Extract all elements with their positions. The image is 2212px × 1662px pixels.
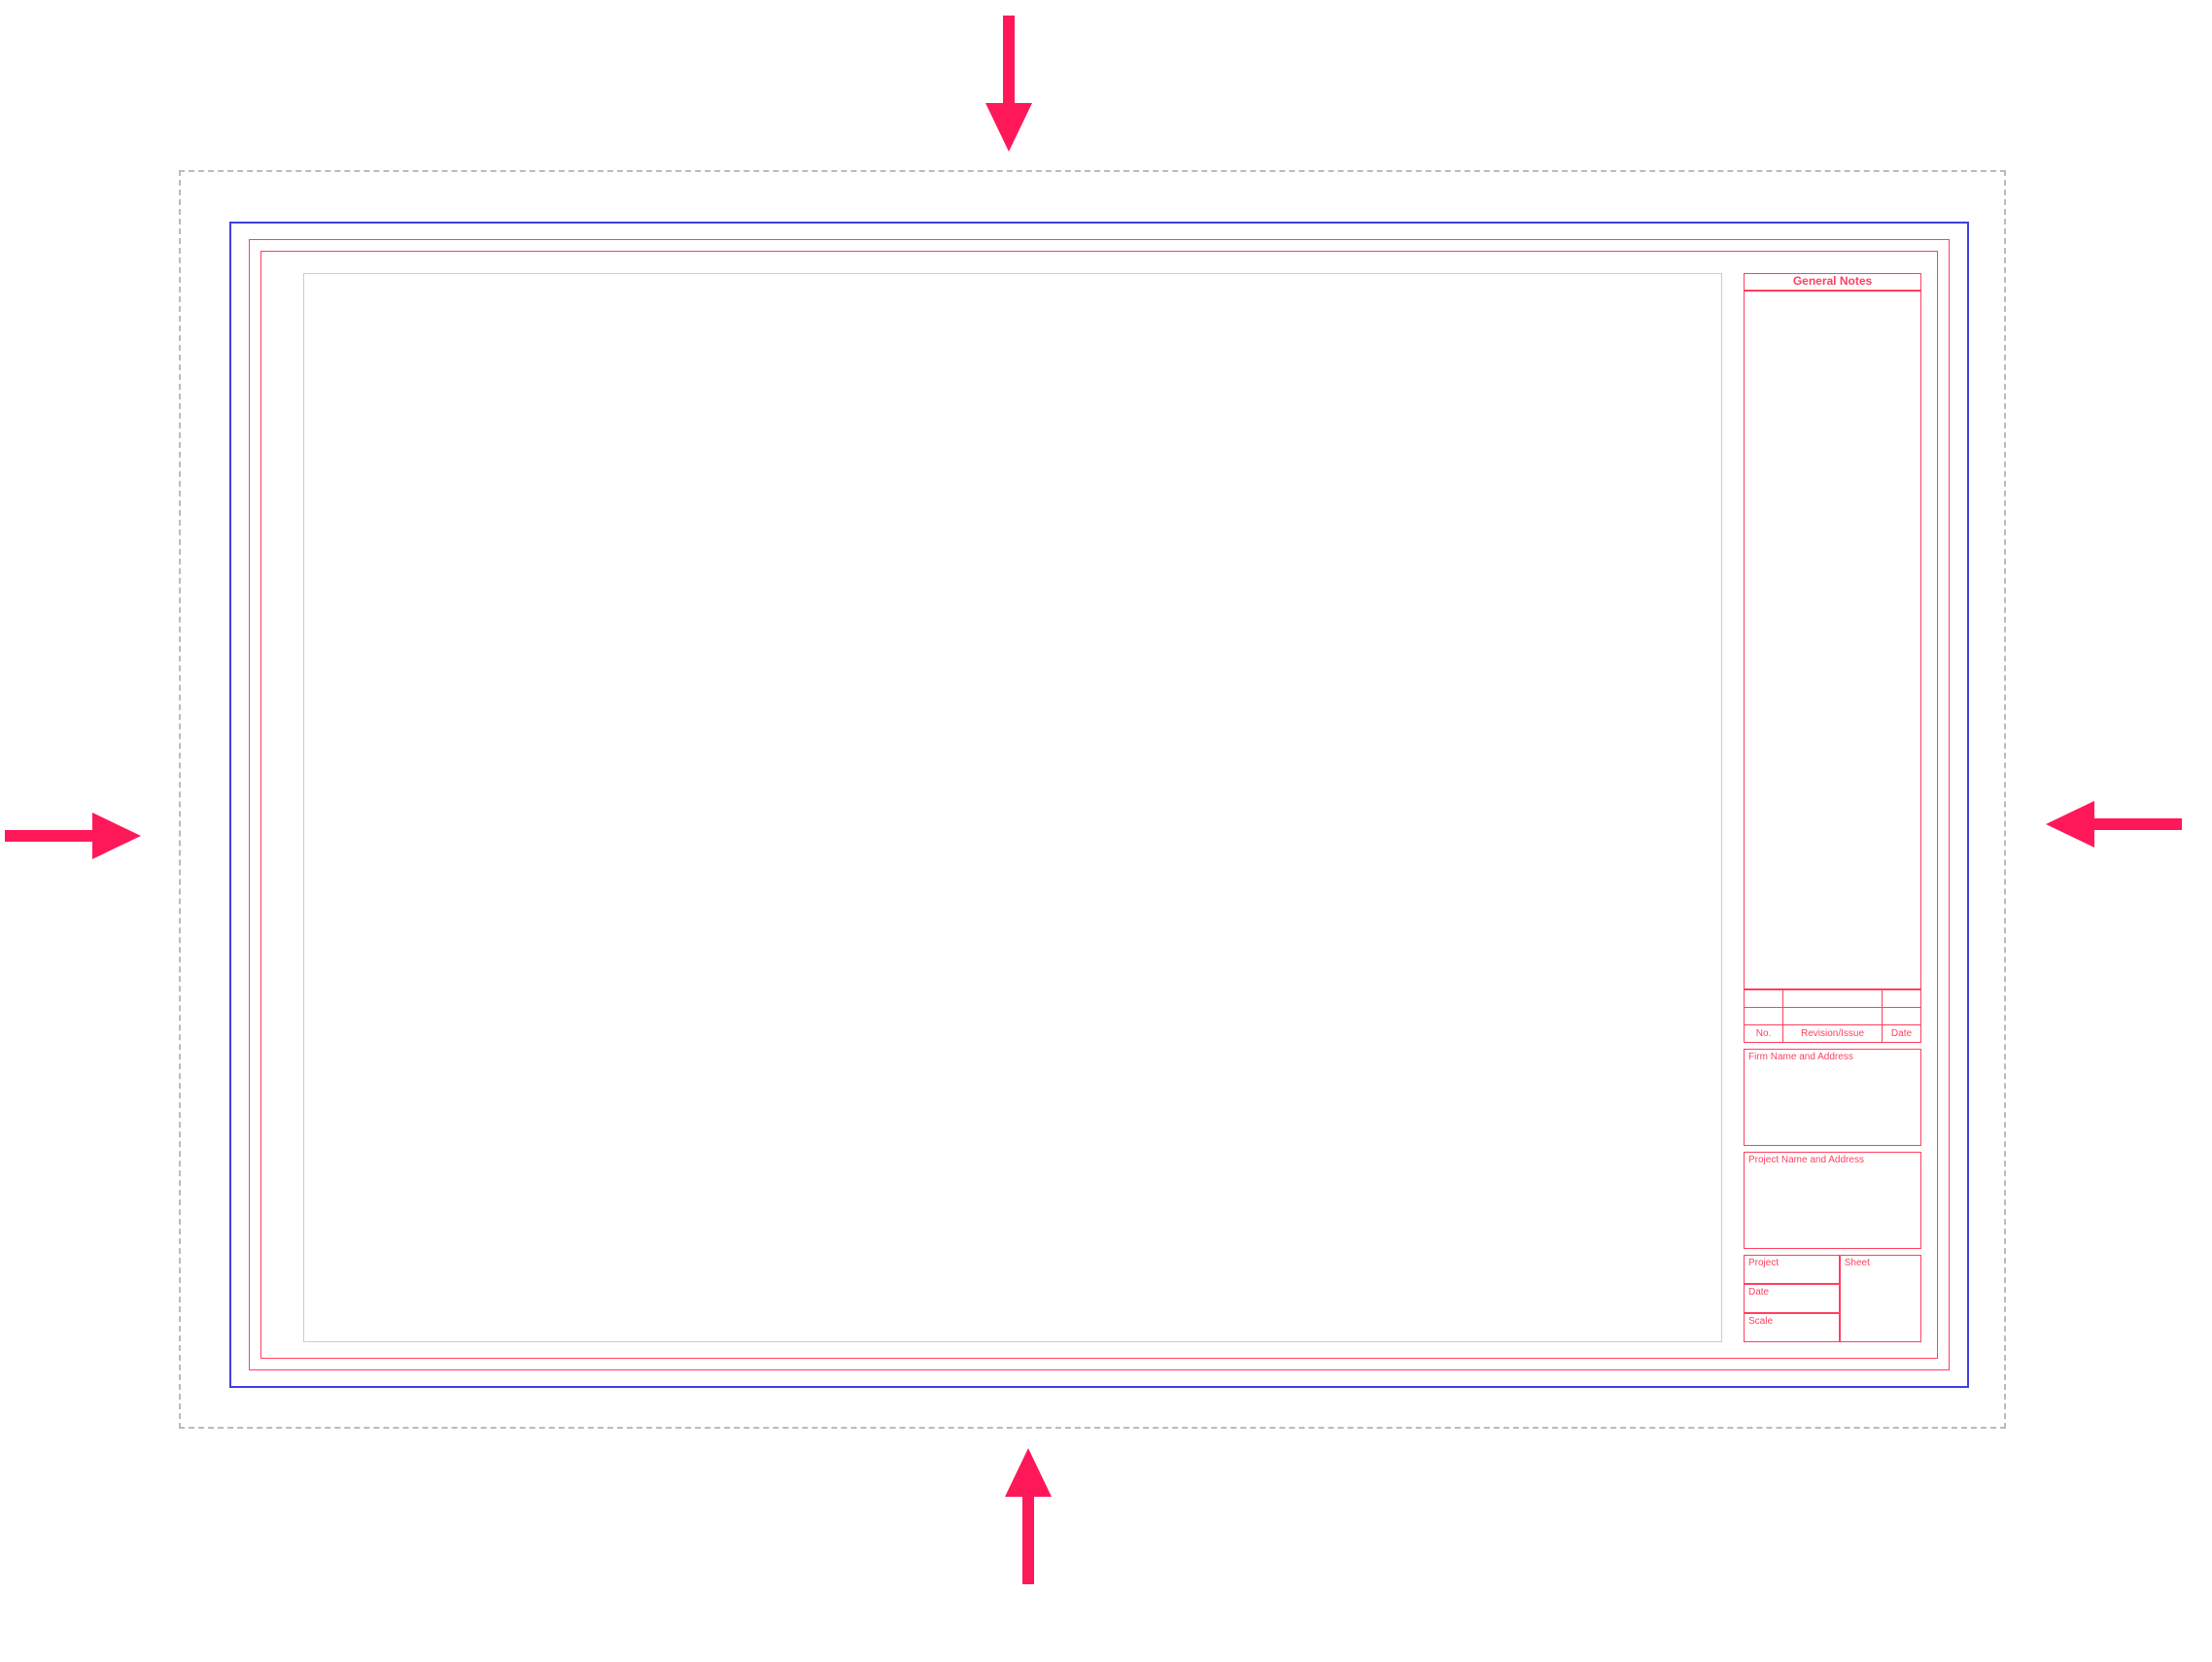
project-field-box: Project — [1744, 1255, 1840, 1284]
title-block: General Notes No. Revision/Issue Date Fi… — [1744, 273, 1921, 1342]
revision-row-empty — [1745, 990, 1921, 1008]
sheet-field-box: Sheet — [1840, 1255, 1921, 1342]
scale-field-label: Scale — [1748, 1316, 1773, 1327]
general-notes-header: General Notes — [1745, 274, 1920, 288]
firm-label: Firm Name and Address — [1748, 1052, 1853, 1062]
revision-block: No. Revision/Issue Date — [1744, 989, 1921, 1043]
project-label: Project Name and Address — [1748, 1155, 1864, 1165]
general-notes-area — [1744, 291, 1921, 989]
revision-table: No. Revision/Issue Date — [1744, 989, 1921, 1043]
project-field-label: Project — [1748, 1258, 1779, 1268]
rev-issue-header: Revision/Issue — [1783, 1025, 1883, 1043]
drawing-area — [303, 273, 1722, 1342]
scale-field-box: Scale — [1744, 1313, 1840, 1342]
arrow-right-icon — [5, 807, 141, 865]
rev-no-header: No. — [1745, 1025, 1783, 1043]
revision-header-row: No. Revision/Issue Date — [1745, 1025, 1921, 1043]
sheet-info-block: Project Date Scale Sheet — [1744, 1255, 1921, 1342]
rev-date-header: Date — [1882, 1025, 1920, 1043]
date-field-label: Date — [1748, 1287, 1769, 1298]
general-notes-box: General Notes — [1744, 273, 1921, 291]
date-field-box: Date — [1744, 1284, 1840, 1313]
project-box: Project Name and Address — [1744, 1152, 1921, 1249]
revision-row-empty — [1745, 1008, 1921, 1025]
sheet-field-label: Sheet — [1845, 1258, 1870, 1268]
arrow-left-icon — [2046, 795, 2182, 853]
arrow-up-icon — [999, 1448, 1057, 1584]
arrow-down-icon — [980, 16, 1038, 152]
firm-box: Firm Name and Address — [1744, 1049, 1921, 1146]
